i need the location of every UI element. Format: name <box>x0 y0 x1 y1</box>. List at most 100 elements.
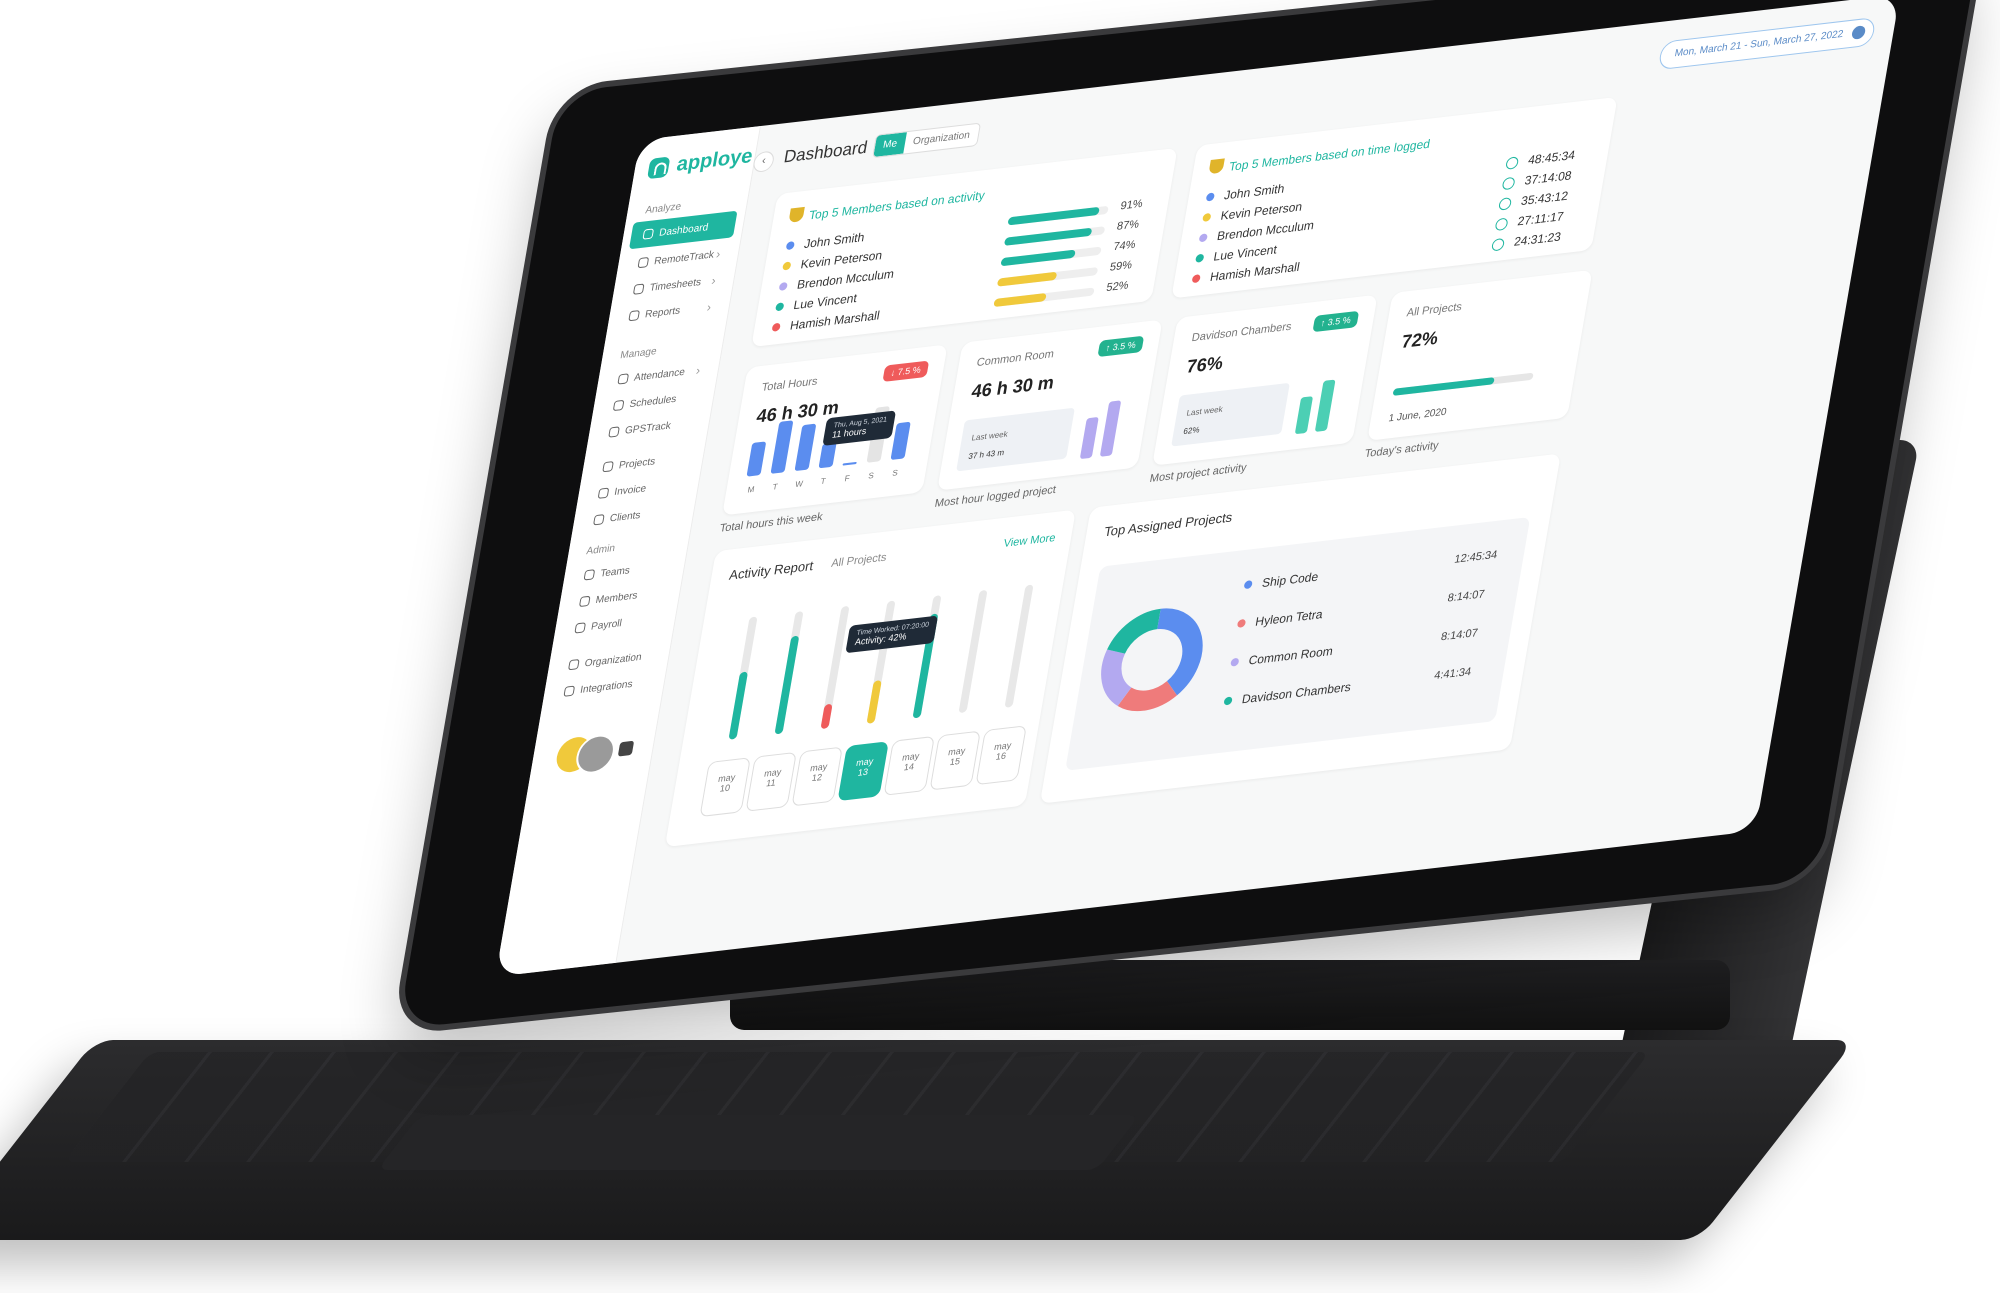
activity-percent: 87% <box>1115 218 1141 233</box>
sidebar-item-label: RemoteTrack <box>653 248 715 267</box>
day-pill[interactable]: may 16 <box>975 725 1027 786</box>
stat-label: All Projects <box>1405 300 1463 320</box>
toggle-organization[interactable]: Organization <box>903 124 979 154</box>
sidebar-item-label: Payroll <box>590 617 623 633</box>
clock-icon <box>1505 156 1520 170</box>
collapse-sidebar-button[interactable]: ‹ <box>751 150 776 174</box>
member-row[interactable]: John Smith <box>785 229 866 253</box>
project-row[interactable]: Hyleon Tetra <box>1236 607 1324 631</box>
progress-date: 1 June, 2020 <box>1387 406 1448 425</box>
sidebar-item-label: Reports <box>644 304 682 321</box>
view-more-link[interactable]: View More <box>1003 532 1057 550</box>
sidebar-item-label: Projects <box>618 455 657 472</box>
project-name: Common Room <box>1247 643 1335 668</box>
change-badge: ↑ 3.5 % <box>1312 310 1360 333</box>
member-color-dot <box>782 261 792 271</box>
sidebar-item-label: GPSTrack <box>624 419 672 437</box>
activity-track[interactable] <box>1004 584 1034 708</box>
day-pill[interactable]: may 14 <box>883 735 935 796</box>
project-row[interactable]: Ship Code <box>1243 569 1320 592</box>
projects-donut-chart <box>1101 608 1203 712</box>
week-bar[interactable] <box>842 461 857 466</box>
chevron-right-icon: › <box>715 246 722 262</box>
day-pill[interactable]: may 11 <box>745 751 797 812</box>
activity-fill <box>866 680 882 724</box>
view-toggle: Me Organization <box>872 122 981 159</box>
activity-track[interactable] <box>774 611 804 735</box>
activity-icon <box>637 256 650 269</box>
project-time: 8:14:07 <box>1446 588 1486 605</box>
sidebar-item-label: Schedules <box>628 393 678 410</box>
logged-time: 24:31:23 <box>1512 229 1563 249</box>
member-row[interactable]: Lue Vincent <box>1194 242 1278 266</box>
section-analyze: Analyze <box>644 201 682 217</box>
clock-icon <box>1498 197 1513 211</box>
project-row[interactable]: Common Room <box>1230 644 1334 670</box>
invoice-icon <box>597 487 610 499</box>
all-projects-card: All Projects 72% 1 June, 2020 <box>1367 269 1593 441</box>
activity-bar-track <box>993 287 1095 308</box>
week-day-label: T <box>819 476 827 487</box>
project-time: 4:41:34 <box>1433 665 1473 683</box>
toggle-me[interactable]: Me <box>873 132 907 158</box>
week-day-label: W <box>794 479 804 490</box>
timesheet-icon <box>632 283 645 295</box>
sidebar-item-label: Dashboard <box>658 221 710 239</box>
member-name: Lue Vincent <box>792 290 859 313</box>
day-pill[interactable]: may 10 <box>699 757 751 818</box>
project-filter[interactable]: All Projects <box>830 551 887 570</box>
activity-track[interactable] <box>866 600 896 724</box>
week-bar[interactable] <box>746 441 767 477</box>
day-pill[interactable]: may 15 <box>929 730 981 791</box>
report-icon <box>628 309 641 322</box>
logged-time: 35:43:12 <box>1520 188 1570 209</box>
week-bar[interactable] <box>794 423 817 472</box>
member-color-dot <box>775 302 785 312</box>
week-bar[interactable] <box>770 420 794 474</box>
project-color-dot <box>1243 580 1253 590</box>
activity-percent: 59% <box>1108 258 1133 274</box>
logged-time: 48:45:34 <box>1527 147 1577 168</box>
project-name: Davidson Chambers <box>1240 679 1353 707</box>
project-row[interactable]: Davidson Chambers <box>1223 680 1352 709</box>
project-color-dot <box>1236 618 1247 628</box>
week-day-label: S <box>891 468 899 478</box>
date-range-picker[interactable]: Mon, March 21 - Sun, March 27, 2022 <box>1657 16 1877 71</box>
member-row[interactable]: John Smith <box>1205 181 1286 204</box>
member-row[interactable]: Lue Vincent <box>774 291 858 315</box>
progress-fill <box>1392 377 1495 396</box>
calendar-icon <box>1850 25 1867 40</box>
activity-percent: 52% <box>1105 279 1130 295</box>
tablet-screen: apploye Analyze Dashboard RemoteTrack › … <box>495 0 1900 977</box>
project-name: Ship Code <box>1260 569 1320 591</box>
logo-icon <box>647 155 671 179</box>
chevron-right-icon: › <box>705 299 713 315</box>
member-name: John Smith <box>803 229 866 252</box>
logged-time: 27:11:17 <box>1516 208 1565 229</box>
week-bar[interactable] <box>818 442 837 469</box>
day-pill[interactable]: may 12 <box>791 746 843 807</box>
activity-track[interactable] <box>728 616 758 740</box>
week-bar[interactable] <box>890 421 911 461</box>
logo-text: apploye <box>674 144 755 176</box>
activity-track[interactable] <box>958 589 988 714</box>
activity-bar-fill <box>1007 206 1100 226</box>
card-caption: Total hours this week <box>718 510 824 535</box>
sidebar-item-label: Organization <box>583 651 643 669</box>
trophy-icon <box>788 206 805 223</box>
prev-week-bar <box>1079 416 1099 460</box>
donut-slice-1[interactable] <box>1117 680 1177 712</box>
member-color-dot <box>1205 192 1216 202</box>
donut-slice-3[interactable] <box>1107 608 1161 655</box>
expand-icon[interactable] <box>617 740 635 757</box>
day-pill[interactable]: may 13 <box>837 741 889 802</box>
calendar-icon <box>612 399 625 412</box>
activity-track[interactable] <box>912 595 942 719</box>
chevron-right-icon: › <box>694 362 702 378</box>
sidebar-item-label: Members <box>594 589 639 606</box>
projects-panel: Ship Code 12:45:34 Hyleon Tetra 8:14:07 … <box>1065 516 1531 771</box>
stat-value: 46 h 30 m <box>970 371 1056 402</box>
logo[interactable]: apploye <box>647 144 755 180</box>
activity-bar-track <box>1007 205 1109 226</box>
activity-track[interactable] <box>820 605 850 730</box>
